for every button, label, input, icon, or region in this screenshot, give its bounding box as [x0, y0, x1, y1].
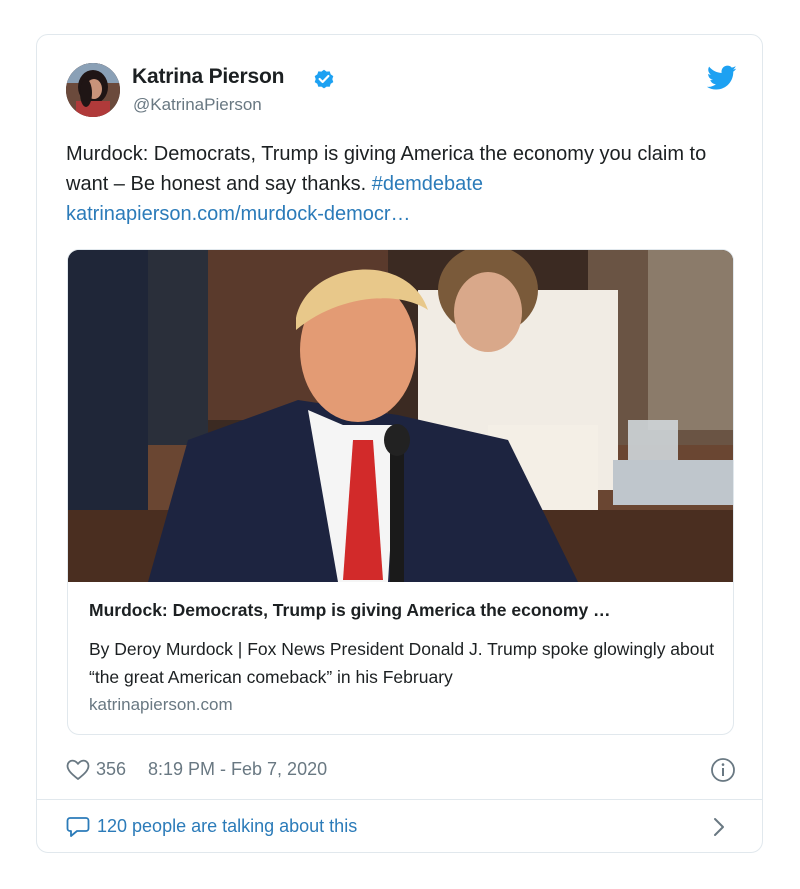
divider [37, 799, 762, 800]
author-name[interactable]: Katrina Pierson [132, 65, 284, 89]
verified-icon [313, 68, 335, 90]
link-card-description: By Deroy Murdock | Fox News President Do… [89, 639, 715, 687]
link-card-domain: katrinapierson.com [89, 695, 233, 714]
tweet-url-link[interactable]: katrinapierson.com/murdock-democr… [66, 203, 411, 225]
conversation-label[interactable]: 120 people are talking about this [97, 816, 357, 837]
heart-icon[interactable] [66, 759, 90, 781]
timestamp[interactable]: 8:19 PM - Feb 7, 2020 [148, 759, 327, 780]
chevron-right-icon[interactable] [712, 816, 726, 838]
conversation-link[interactable]: 120 people are talking about this [66, 813, 736, 841]
hashtag-link[interactable]: #demdebate [372, 173, 483, 195]
link-card-image[interactable] [68, 250, 734, 582]
info-icon[interactable] [710, 757, 736, 783]
link-card[interactable]: Murdock: Democrats, Trump is giving Amer… [67, 249, 734, 735]
tweet-text: Murdock: Democrats, Trump is giving Amer… [66, 139, 746, 229]
avatar[interactable] [66, 63, 120, 117]
twitter-bird-icon[interactable] [706, 65, 737, 91]
link-card-title[interactable]: Murdock: Democrats, Trump is giving Amer… [89, 600, 719, 621]
author-handle[interactable]: @KatrinaPierson [133, 95, 262, 115]
tweet-footer: 356 8:19 PM - Feb 7, 2020 [66, 757, 736, 783]
comment-icon [66, 816, 90, 838]
tweet-card[interactable]: Katrina Pierson @KatrinaPierson Murdock:… [36, 34, 763, 853]
like-count[interactable]: 356 [96, 759, 126, 780]
